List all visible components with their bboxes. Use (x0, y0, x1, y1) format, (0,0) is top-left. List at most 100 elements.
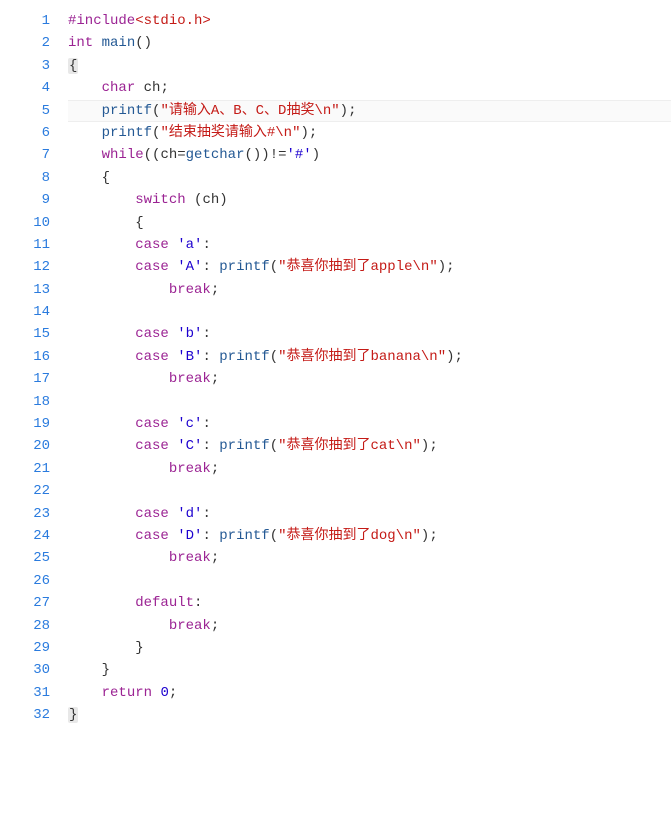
string-literal: "恭喜你抽到了apple (278, 259, 412, 275)
preprocessor-keyword: #include (68, 13, 135, 29)
code-line: break; (68, 368, 671, 390)
line-number: 28 (0, 615, 50, 637)
line-number: 6 (0, 122, 50, 144)
brace: } (135, 640, 143, 656)
code-line: } (68, 659, 671, 681)
line-number: 10 (0, 212, 50, 234)
code-line (68, 480, 671, 502)
code-line: } (68, 637, 671, 659)
keyword: default (135, 595, 194, 611)
brace: { (68, 58, 78, 74)
paren: ) (144, 35, 152, 51)
line-number: 3 (0, 55, 50, 77)
code-line: case 'D': printf("恭喜你抽到了dog\n"); (68, 525, 671, 547)
char-literal: 'a' (177, 237, 202, 253)
line-number: 7 (0, 144, 50, 166)
line-number: 17 (0, 368, 50, 390)
string-literal: "结束抽奖请输入# (160, 125, 275, 141)
line-number: 18 (0, 391, 50, 413)
keyword: break (169, 282, 211, 298)
code-line: { (68, 55, 671, 77)
brace: } (68, 707, 78, 723)
code-line (68, 570, 671, 592)
line-number: 5 (0, 100, 50, 122)
keyword: break (169, 550, 211, 566)
keyword: switch (135, 192, 185, 208)
line-number: 32 (0, 704, 50, 726)
line-number: 23 (0, 503, 50, 525)
line-number: 19 (0, 413, 50, 435)
char-literal: 'B' (177, 349, 202, 365)
code-area: #include<stdio.h> int main() { char ch; … (68, 10, 671, 727)
number-literal: 0 (160, 685, 168, 701)
line-number: 16 (0, 346, 50, 368)
brace: } (102, 662, 110, 678)
keyword: int (68, 35, 93, 51)
line-number: 14 (0, 301, 50, 323)
keyword: case (135, 259, 169, 275)
char-literal: 'c' (177, 416, 202, 432)
keyword: while (102, 147, 144, 163)
function-name: printf (219, 528, 269, 544)
line-number: 22 (0, 480, 50, 502)
line-number: 4 (0, 77, 50, 99)
line-number: 2 (0, 32, 50, 54)
brace: { (102, 170, 110, 186)
code-line: break; (68, 279, 671, 301)
keyword: case (135, 416, 169, 432)
escape-sequence: \n (314, 103, 331, 119)
line-number: 12 (0, 256, 50, 278)
keyword: case (135, 528, 169, 544)
line-number: 25 (0, 547, 50, 569)
line-number: 29 (0, 637, 50, 659)
char-literal: 'd' (177, 506, 202, 522)
code-editor: 1234567891011121314151617181920212223242… (0, 0, 671, 737)
line-number-gutter: 1234567891011121314151617181920212223242… (0, 10, 68, 727)
code-line: { (68, 167, 671, 189)
line-number: 31 (0, 682, 50, 704)
keyword: case (135, 349, 169, 365)
keyword: char (102, 80, 136, 96)
code-line: default: (68, 592, 671, 614)
line-number: 8 (0, 167, 50, 189)
code-line: case 'd': (68, 503, 671, 525)
code-line: printf("结束抽奖请输入#\n"); (68, 122, 671, 144)
string-literal: "恭喜你抽到了cat (278, 438, 396, 454)
char-literal: 'b' (177, 326, 202, 342)
code-line: case 'a': (68, 234, 671, 256)
line-number: 9 (0, 189, 50, 211)
keyword: return (102, 685, 152, 701)
escape-sequence: \n (396, 528, 413, 544)
escape-sequence: \n (421, 349, 438, 365)
code-line-current: printf("请输入A、B、C、D抽奖\n"); (68, 100, 671, 122)
line-number: 21 (0, 458, 50, 480)
paren: ( (135, 35, 143, 51)
function-name: main (102, 35, 136, 51)
function-name: getchar (186, 147, 245, 163)
code-line: } (68, 704, 671, 726)
function-name: printf (102, 125, 152, 141)
line-number: 27 (0, 592, 50, 614)
line-number: 26 (0, 570, 50, 592)
code-line: case 'A': printf("恭喜你抽到了apple\n"); (68, 256, 671, 278)
escape-sequence: \n (275, 125, 292, 141)
line-number: 1 (0, 10, 50, 32)
char-literal: 'D' (177, 528, 202, 544)
function-name: printf (219, 349, 269, 365)
function-name: printf (219, 438, 269, 454)
code-line: char ch; (68, 77, 671, 99)
keyword: case (135, 326, 169, 342)
char-literal: 'C' (177, 438, 202, 454)
code-line (68, 391, 671, 413)
code-line: break; (68, 458, 671, 480)
code-line: while((ch=getchar())!='#') (68, 144, 671, 166)
line-number: 13 (0, 279, 50, 301)
function-name: printf (219, 259, 269, 275)
code-line: switch (ch) (68, 189, 671, 211)
line-number: 15 (0, 323, 50, 345)
function-name: printf (102, 103, 152, 119)
char-literal: 'A' (177, 259, 202, 275)
keyword: case (135, 506, 169, 522)
escape-sequence: \n (413, 259, 430, 275)
brace: { (135, 215, 143, 231)
